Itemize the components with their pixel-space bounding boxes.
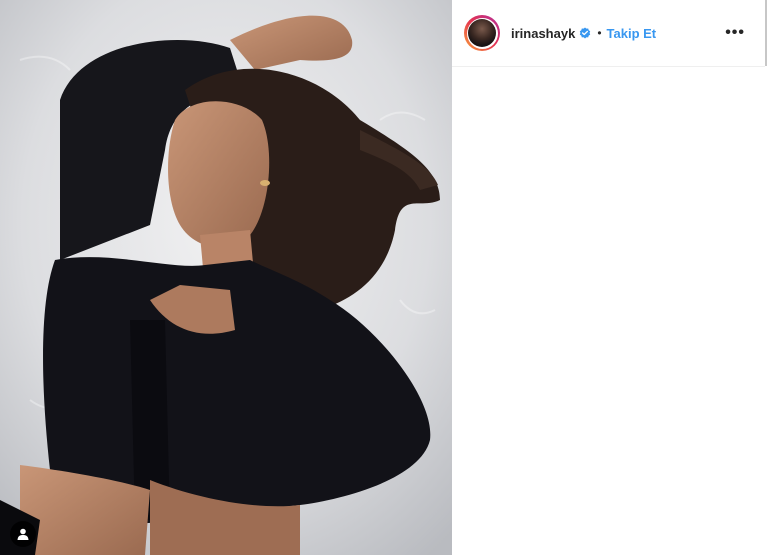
separator-dot: •	[597, 26, 602, 40]
post-header: irinashayk • Takip Et •••	[452, 0, 765, 67]
user-tag-icon	[17, 528, 29, 540]
follow-button[interactable]: Takip Et	[607, 26, 657, 41]
avatar-border	[466, 17, 498, 49]
post-photo[interactable]	[0, 0, 452, 555]
post-image	[0, 0, 452, 555]
avatar-image	[468, 19, 496, 47]
avatar[interactable]	[464, 15, 500, 51]
username-link[interactable]: irinashayk	[511, 26, 575, 41]
more-options-icon[interactable]: •••	[725, 25, 745, 41]
user-tag-button[interactable]	[10, 521, 36, 547]
verified-badge-icon	[579, 27, 591, 39]
post-side-panel: irinashayk • Takip Et •••	[452, 0, 773, 555]
scrollbar-edge	[765, 0, 767, 66]
